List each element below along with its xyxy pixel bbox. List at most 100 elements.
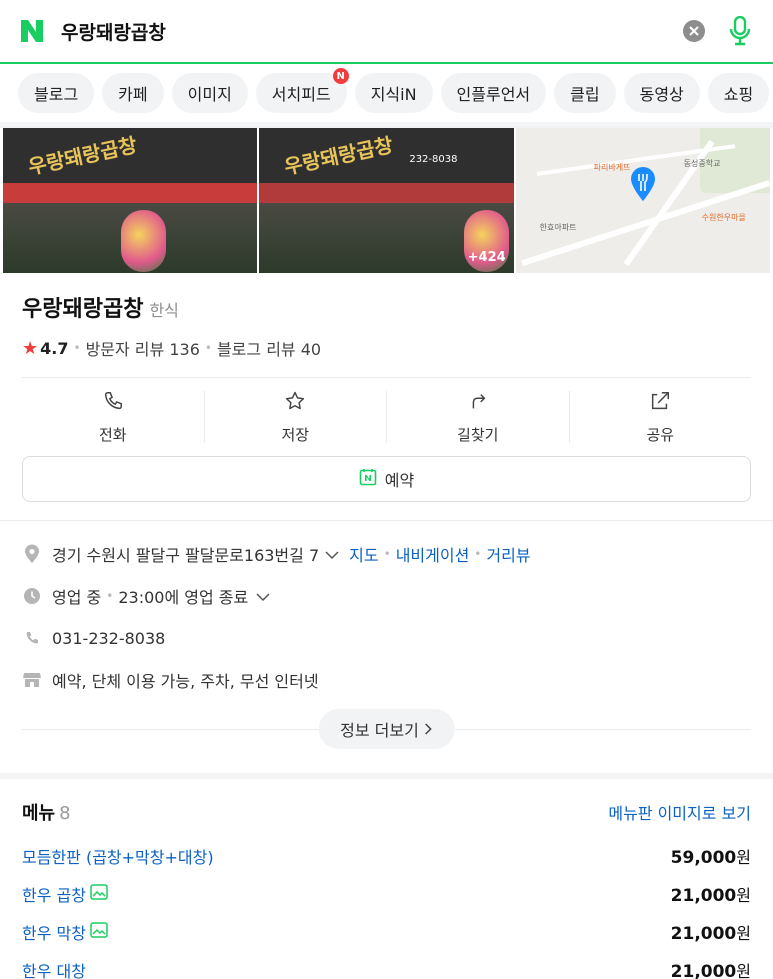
microphone-icon[interactable]: [725, 15, 755, 47]
blog-reviews-link[interactable]: 블로그 리뷰 40: [217, 336, 321, 360]
separator-dot: •: [106, 589, 114, 603]
menu-item-price: 21,000원: [671, 958, 751, 979]
photo-strip: 우랑돼랑곱창 우랑돼랑곱창 232-8038 +424 파리바게뜨 동성중학교 …: [0, 128, 773, 273]
menu-title-text: 메뉴: [22, 803, 56, 824]
menu-item[interactable]: 한우 곱창 21,000원: [22, 875, 751, 913]
price-unit: 원: [736, 924, 751, 943]
phone-icon: [102, 390, 124, 416]
tab-label: 이미지: [187, 85, 232, 104]
clear-icon[interactable]: [683, 20, 705, 42]
price-unit: 원: [736, 848, 751, 867]
tab-video[interactable]: 동영상: [623, 73, 700, 113]
chevron-down-icon[interactable]: [325, 545, 339, 564]
search-bar: 우랑돼랑곱창: [0, 0, 773, 64]
menu-item-label: 한우 곱창: [22, 886, 86, 905]
menu-item-price: 59,000원: [671, 844, 751, 868]
tab-label: 블로그: [34, 85, 79, 104]
reservation-label: 예약: [384, 471, 415, 490]
location-pin-icon: [629, 166, 657, 202]
menu-title: 메뉴 8: [22, 799, 71, 825]
tab-label: 카페: [118, 85, 148, 104]
menu-item-name: 한우 대창: [22, 958, 86, 979]
tab-label: 클립: [570, 85, 600, 104]
map-label: 수원한우마을: [701, 213, 746, 222]
tab-shopping[interactable]: 쇼핑: [707, 73, 770, 113]
menu-item-name: 한우 막창: [22, 920, 108, 944]
share-label: 공유: [646, 425, 675, 444]
tab-image[interactable]: 이미지: [171, 73, 248, 113]
place-title[interactable]: 우랑돼랑곱창: [22, 291, 143, 323]
menu-section: 메뉴 8 메뉴판 이미지로 보기 모듬한판 (곱창+막창+대창) 59,000원 …: [0, 779, 773, 979]
chevron-right-icon: [425, 720, 433, 739]
tab-blog[interactable]: 블로그: [18, 73, 95, 113]
navigation-link[interactable]: 내비게이션: [396, 542, 470, 566]
save-button[interactable]: 저장: [203, 390, 387, 444]
visitor-reviews-link[interactable]: 방문자 리뷰 136: [86, 336, 200, 360]
menu-image-link[interactable]: 메뉴판 이미지로 보기: [608, 800, 751, 824]
map-label: 파리바게뜨: [593, 163, 631, 172]
search-query[interactable]: 우랑돼랑곱창: [61, 18, 683, 45]
map-label: 한효아파트: [539, 223, 577, 232]
new-badge: N: [332, 68, 349, 84]
map-label: 동성중학교: [683, 159, 721, 168]
separator-dot: •: [73, 341, 81, 355]
tab-kin[interactable]: 지식iN: [354, 73, 433, 113]
image-icon: [90, 922, 108, 942]
price-unit: 원: [736, 886, 751, 905]
separator-dot: •: [474, 547, 482, 561]
price-value: 21,000: [670, 886, 737, 906]
more-info-label: 정보 더보기: [340, 721, 419, 740]
share-button[interactable]: 공유: [568, 390, 752, 444]
calendar-icon: [359, 468, 377, 490]
tab-label: 동영상: [639, 85, 684, 104]
storefront-photo-1[interactable]: 우랑돼랑곱창: [3, 128, 258, 273]
tab-influencer[interactable]: 인플루언서: [440, 73, 547, 113]
share-icon: [649, 390, 671, 416]
place-details: 경기 수원시 팔달구 팔달문로163번길 7 지도 • 내비게이션 • 거리뷰 …: [0, 520, 773, 773]
location-icon: [22, 544, 42, 564]
price-value: 21,000: [670, 962, 737, 979]
more-photos-count: +424: [467, 250, 506, 265]
separator-dot: •: [204, 341, 212, 355]
clock-icon: [22, 586, 42, 606]
reservation-button[interactable]: 예약: [22, 456, 751, 502]
more-info-button[interactable]: 정보 더보기: [318, 709, 455, 749]
menu-item-name: 한우 곱창: [22, 882, 108, 906]
menu-item-label: 모듬한판 (곱창+막창+대창): [22, 848, 214, 867]
open-status: 영업 중: [52, 588, 102, 607]
location-map[interactable]: 파리바게뜨 동성중학교 한효아파트 수원한우마을: [515, 128, 770, 273]
phone-number[interactable]: 031-232-8038: [52, 629, 165, 648]
call-label: 전화: [98, 425, 127, 444]
image-icon: [90, 884, 108, 904]
directions-button[interactable]: 길찾기: [386, 391, 569, 444]
star-icon: [284, 390, 306, 416]
rating-score: 4.7: [40, 338, 69, 358]
chevron-down-icon[interactable]: [256, 587, 270, 606]
menu-item-price: 21,000원: [671, 882, 751, 906]
save-label: 저장: [281, 425, 310, 444]
closing-time[interactable]: 23:00에 영업 종료: [118, 584, 248, 608]
menu-item-name: 모듬한판 (곱창+막창+대창): [22, 844, 214, 868]
menu-item[interactable]: 모듬한판 (곱창+막창+대창) 59,000원: [22, 837, 751, 875]
separator-dot: •: [383, 547, 391, 561]
directions-label: 길찾기: [457, 425, 499, 444]
tab-cafe[interactable]: 카페: [102, 73, 164, 113]
menu-item[interactable]: 한우 대창 21,000원: [22, 951, 751, 979]
rating-star-icon: ★: [22, 337, 39, 359]
tab-searchfeed[interactable]: 서치피드 N: [255, 68, 349, 113]
tab-label: 인플루언서: [456, 85, 531, 104]
hours-row: 영업 중 • 23:00에 영업 종료: [22, 575, 751, 617]
menu-item[interactable]: 한우 막창 21,000원: [22, 913, 751, 951]
street-view-link[interactable]: 거리뷰: [486, 542, 530, 566]
price-value: 59,000: [670, 848, 737, 868]
search-tabs: 블로그 카페 이미지 서치피드 N 지식iN 인플루언서 클립 동영상 쇼핑: [0, 64, 773, 122]
naver-logo-icon[interactable]: [18, 17, 46, 45]
tab-clip[interactable]: 클립: [554, 73, 616, 113]
amenities-text: 예약, 단체 이용 가능, 주차, 무선 인터넷: [52, 672, 319, 691]
tab-label: 서치피드: [271, 85, 331, 104]
address-text[interactable]: 경기 수원시 팔달구 팔달문로163번길 7: [52, 542, 319, 566]
price-value: 21,000: [670, 924, 737, 944]
storefront-photo-2[interactable]: 우랑돼랑곱창 232-8038 +424: [259, 128, 514, 273]
map-link[interactable]: 지도: [349, 542, 378, 566]
call-button[interactable]: 전화: [22, 390, 204, 444]
